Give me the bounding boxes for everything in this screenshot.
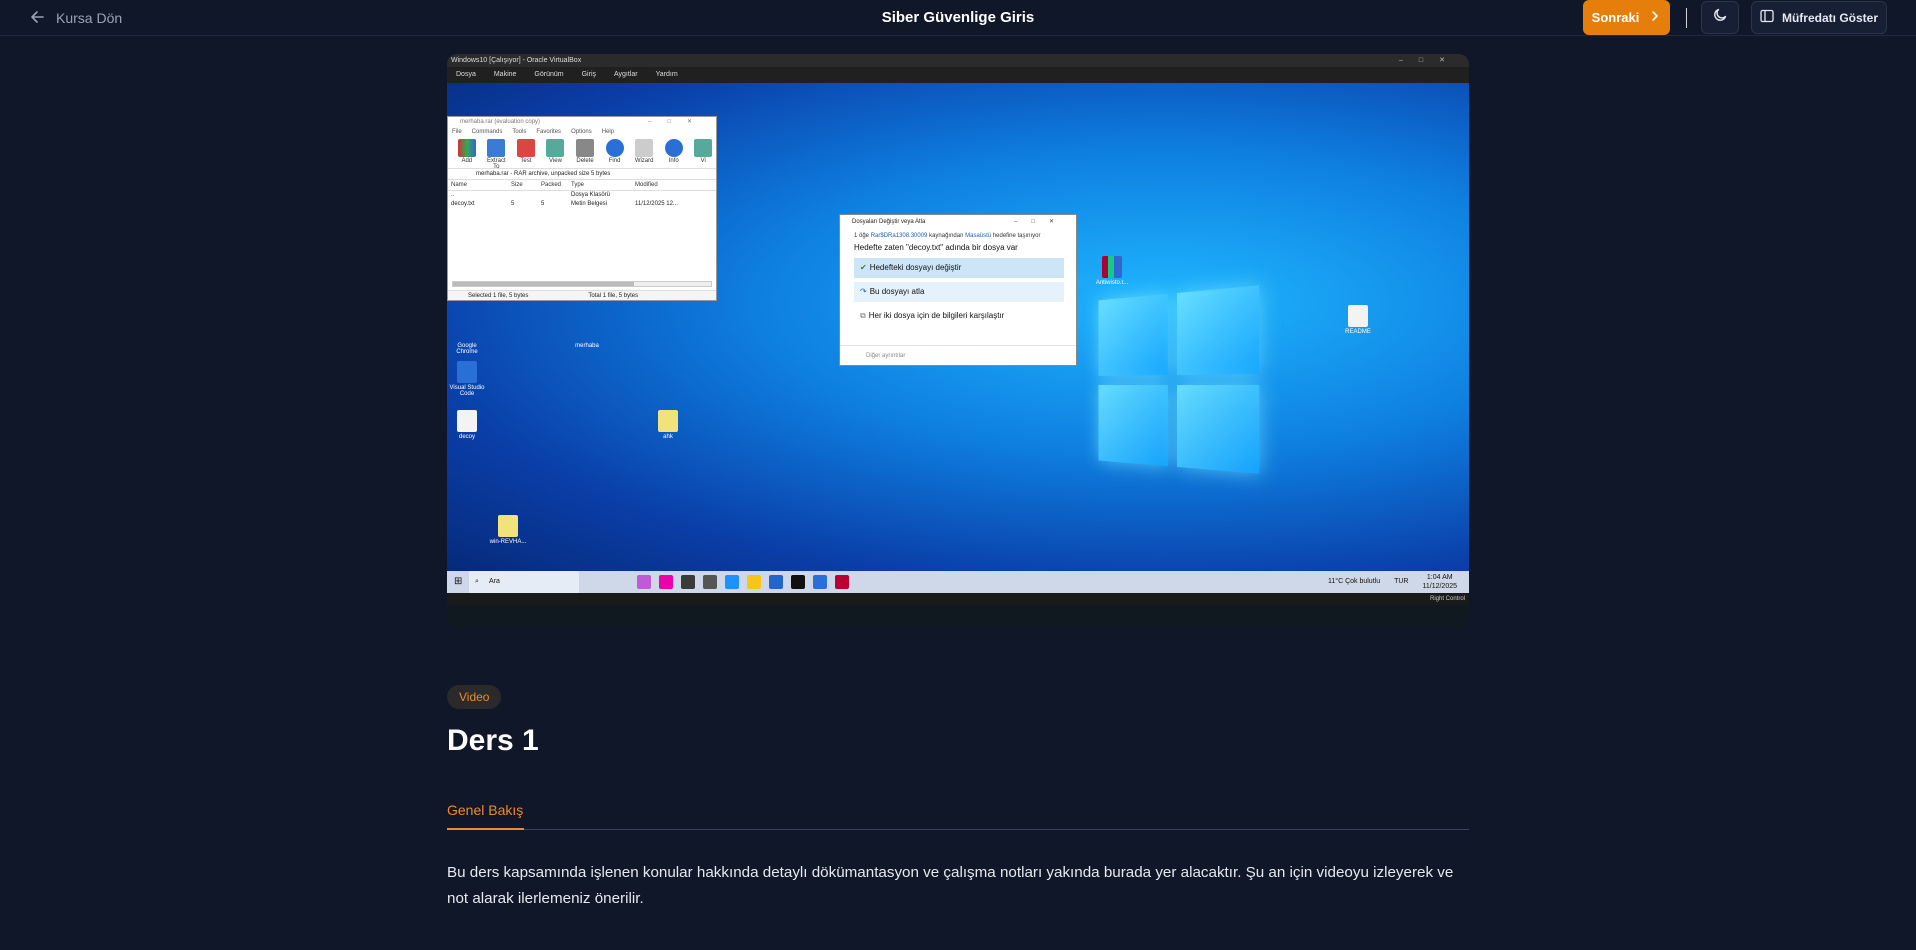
curriculum-label: Müfredatı Göster <box>1781 10 1878 25</box>
vbox-menu-item: Aygıtlar <box>614 71 638 78</box>
dialog-option-skip: ↷ Bu dosyayı atla <box>854 282 1064 302</box>
desktop-icon: decoy <box>447 410 487 440</box>
video-player[interactable]: Windows10 [Çalışıyor] - Oracle VirtualBo… <box>447 54 1469 629</box>
vbox-menu-item: Giriş <box>581 71 596 78</box>
winrar-menu: File Commands Tools Favorites Options He… <box>452 129 615 135</box>
taskbar-apps <box>637 575 849 589</box>
desktop-icon: merhaba <box>575 343 599 349</box>
vbox-menu-item: Görünüm <box>534 71 564 78</box>
check-icon: ✔ <box>860 263 867 272</box>
table-row: decoy.txt 5 5 Metin Belgesi 11/12/2025 1… <box>451 200 678 207</box>
desktop-icon: ahk <box>648 410 688 440</box>
dialog-title: Dosyaları Değiştir veya Atla –□✕ <box>852 219 1068 225</box>
search-icon: ⌕ <box>475 578 479 585</box>
next-label: Sonraki <box>1591 10 1640 25</box>
winrar-statusbar: Selected 1 file, 5 bytes Total 1 file, 5… <box>448 290 716 300</box>
winrar-toolbar: Add Extract To Test View Delete Find Wiz… <box>448 137 716 170</box>
winrar-scrollbar <box>452 281 712 287</box>
desktop-icon: Antiwisto.r... <box>1092 256 1132 286</box>
desktop-icon: win-REVHA... <box>488 515 528 545</box>
chevron-right-icon <box>1649 10 1661 25</box>
winrar-path-bar: merhaba.rar - RAR archive, unpacked size… <box>448 169 716 180</box>
vbox-menu-item: Yardım <box>655 71 678 78</box>
window-controls: –□✕ <box>1399 57 1461 64</box>
vbox-menu-item: Dosya <box>456 71 476 78</box>
winrar-window: merhaba.rar (evaluation copy) –□✕ File C… <box>447 116 717 301</box>
replace-files-dialog: Dosyaları Değiştir veya Atla –□✕ 1 öğe R… <box>839 214 1077 366</box>
theme-toggle-button[interactable] <box>1701 1 1739 34</box>
desktop-icon: Visual Studio Code <box>447 361 487 397</box>
show-curriculum-button[interactable]: Müfredatı Göster <box>1751 1 1887 34</box>
tab-overview[interactable]: Genel Bakış <box>447 802 525 830</box>
virtualbox-title: Windows10 [Çalışıyor] - Oracle VirtualBo… <box>451 57 582 64</box>
lesson-description: Bu ders kapsamında işlenen konular hakkı… <box>447 864 1454 907</box>
lesson-tabs: Genel Bakış <box>447 800 1469 830</box>
host-taskbar <box>447 605 1469 629</box>
virtualbox-statusbar: Right Control <box>447 593 1469 605</box>
table-row: .. Dosya Klasörü <box>451 191 611 198</box>
guest-taskbar: ⊞ ⌕ Ara 11°C Çok bulutlu TUR 1:04 AM 11/… <box>447 571 1469 593</box>
taskbar-search: ⌕ Ara <box>469 571 579 593</box>
virtualbox-menubar: Dosya Makine Görünüm Giriş Aygıtlar Yard… <box>447 67 1469 83</box>
compare-icon: ⧉ <box>860 311 866 320</box>
top-bar: Kursa Dön Siber Güvenlige Giris Sonraki … <box>0 0 1916 36</box>
moon-icon <box>1712 7 1728 28</box>
skip-icon: ↷ <box>860 287 867 296</box>
desktop-icon: README <box>1338 305 1378 335</box>
next-button[interactable]: Sonraki <box>1583 0 1670 35</box>
dialog-option-compare: ⧉ Her iki dosya için de bilgileri karşıla… <box>860 311 1005 320</box>
winrar-file-table: Name Size Packed Type Modified .. Dosya … <box>448 180 716 208</box>
dialog-option-replace: ✔ Hedefteki dosyayı değiştir <box>854 258 1064 278</box>
windows-logo <box>1098 284 1272 487</box>
vbox-menu-item: Makine <box>493 71 517 78</box>
dialog-heading: Hedefte zaten "decoy.txt" adında bir dos… <box>854 243 1018 252</box>
desktop-icon: Google Chrome <box>456 343 478 355</box>
winrar-titlebar: merhaba.rar (evaluation copy) –□✕ <box>460 119 708 125</box>
header-divider <box>1686 8 1687 28</box>
taskbar-tray: 11°C Çok bulutlu TUR 1:04 AM 11/12/2025 <box>1328 574 1457 590</box>
lesson-title: Ders 1 <box>447 724 539 757</box>
dialog-subtitle: 1 öğe Rar$DRa1308.30009 kaynağından Masa… <box>854 233 1041 239</box>
windows-start-icon: ⊞ <box>454 576 463 587</box>
windows-desktop: Google Chrome merhaba Visual Studio Code… <box>447 83 1469 571</box>
content-type-badge: Video <box>447 685 502 709</box>
virtualbox-titlebar: Windows10 [Çalışıyor] - Oracle VirtualBo… <box>447 54 1469 67</box>
dialog-more-details: Diğer ayrıntılar <box>840 345 1076 365</box>
sidebar-panel-icon <box>1760 9 1774 26</box>
